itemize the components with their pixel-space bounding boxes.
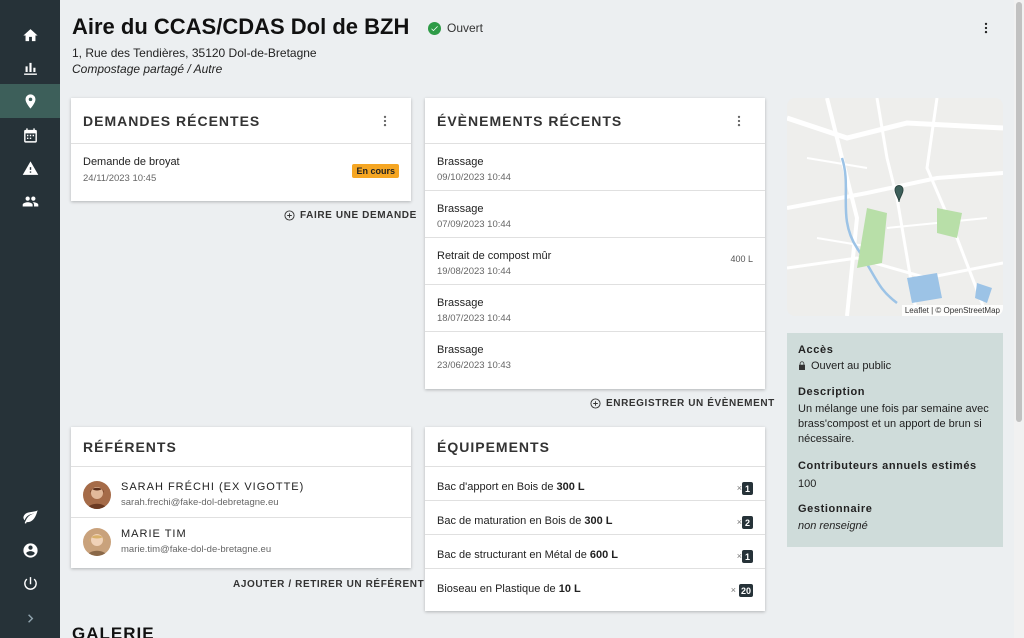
referent-email: sarah.frechi@fake-dol-debretagne.eu [121, 497, 279, 508]
list-item[interactable]: Brassage 23/06/2023 10:43 [425, 332, 765, 379]
page-title: Aire du CCAS/CDAS Dol de BZH [72, 14, 410, 39]
event-date: 19/08/2023 10:44 [437, 266, 511, 277]
main-content: Aire du CCAS/CDAS Dol de BZH Ouvert 1, R… [60, 0, 1014, 638]
description-value: Un mélange une fois par semaine avec bra… [798, 403, 989, 445]
equipment-count: 1 [742, 482, 753, 495]
equipment-label: Bac d'apport en Bois de 300 L [437, 481, 585, 493]
event-title: Brassage [437, 156, 484, 168]
demandes-header: DEMANDES RÉCENTES [71, 98, 411, 144]
avatar [83, 481, 111, 509]
add-circle-icon [590, 398, 601, 409]
event-title: Brassage [437, 297, 484, 309]
referent-name: SARAH FRÉCHI (EX VIGOTTE) [121, 481, 305, 493]
list-item[interactable]: SARAH FRÉCHI (EX VIGOTTE) sarah.frechi@f… [71, 467, 411, 518]
account-icon[interactable] [0, 533, 60, 567]
equipements-title: ÉQUIPEMENTS [437, 438, 550, 455]
status-badge: Ouvert [428, 21, 483, 35]
address: 1, Rue des Tendières, 35120 Dol-de-Breta… [72, 46, 317, 60]
contributeurs-value: 100 [798, 478, 817, 490]
stats-icon[interactable] [0, 51, 60, 85]
demandes-title: DEMANDES RÉCENTES [83, 112, 261, 129]
list-item[interactable]: Brassage 09/10/2023 10:44 [425, 144, 765, 191]
event-title: Brassage [437, 344, 484, 356]
evenements-title: ÉVÈNEMENTS RÉCENTS [437, 112, 623, 129]
referents-header: RÉFÉRENTS [71, 427, 411, 467]
evenements-more-icon[interactable] [729, 111, 749, 131]
times-symbol: × [730, 585, 736, 595]
scrollbar-thumb[interactable] [1016, 2, 1022, 422]
acces-value: Ouvert au public [798, 359, 994, 374]
equipment-label: Bioseau en Plastique de 10 L [437, 583, 581, 595]
equipements-card: ÉQUIPEMENTS Bac d'apport en Bois de 300 … [425, 427, 765, 611]
list-item[interactable]: Brassage 18/07/2023 10:44 [425, 285, 765, 332]
equipment-label: Bac de maturation en Bois de 300 L [437, 515, 613, 527]
chevron-right-icon[interactable] [0, 601, 60, 635]
ajouter-referent-label: AJOUTER / RETIRER UN RÉFÉRENT [233, 579, 425, 590]
acces-label: Accès [798, 344, 834, 356]
list-item[interactable]: Brassage 07/09/2023 10:44 [425, 191, 765, 238]
description-label: Description [798, 386, 866, 398]
faire-demande-button[interactable]: FAIRE UNE DEMANDE [284, 210, 417, 221]
enregistrer-evenement-button[interactable]: ENREGISTRER UN ÉVÈNEMENT [590, 398, 775, 409]
list-item[interactable]: Bac de structurant en Métal de 600 L × 1 [425, 535, 765, 569]
scrollbar[interactable] [1014, 0, 1024, 638]
list-item[interactable]: Demande de broyat 24/11/2023 10:45 En co… [71, 144, 411, 200]
map-attribution[interactable]: Leaflet | © OpenStreetMap [901, 305, 1003, 316]
map-tiles [787, 98, 1003, 316]
contributeurs-label: Contributeurs annuels estimés [798, 460, 977, 472]
gestionnaire-label: Gestionnaire [798, 503, 873, 515]
event-date: 07/09/2023 10:44 [437, 219, 511, 230]
event-title: Brassage [437, 203, 484, 215]
faire-demande-label: FAIRE UNE DEMANDE [300, 210, 417, 221]
ajouter-referent-button[interactable]: AJOUTER / RETIRER UN RÉFÉRENT [233, 579, 424, 590]
event-title: Retrait de compost mûr [437, 250, 552, 262]
demandes-more-icon[interactable] [375, 111, 395, 131]
event-date: 18/07/2023 10:44 [437, 313, 511, 324]
add-circle-icon [284, 210, 295, 221]
equipements-header: ÉQUIPEMENTS [425, 427, 765, 467]
gallery-title: GALERIE [72, 624, 155, 638]
list-item[interactable]: Bac d'apport en Bois de 300 L × 1 [425, 467, 765, 501]
check-circle-icon [428, 21, 441, 35]
referent-name: MARIE TIM [121, 528, 187, 540]
event-quantity: 400 L [730, 254, 753, 264]
info-panel: Accès Ouvert au public Description Un mé… [787, 333, 1003, 547]
site-type: Compostage partagé / Autre [72, 62, 223, 76]
equipment-label: Bac de structurant en Métal de 600 L [437, 549, 619, 561]
demande-date: 24/11/2023 10:45 [83, 173, 157, 184]
calendar-icon[interactable] [0, 118, 60, 152]
avatar [83, 528, 111, 556]
status-label: Ouvert [447, 21, 484, 35]
status-badge-en-cours: En cours [352, 164, 399, 178]
list-item[interactable]: Bioseau en Plastique de 10 L × 20 [425, 569, 765, 603]
gestionnaire-value: non renseigné [798, 520, 868, 532]
list-item[interactable]: Bac de maturation en Bois de 300 L × 2 [425, 501, 765, 535]
demandes-card: DEMANDES RÉCENTES Demande de broyat 24/1… [71, 98, 411, 201]
list-item[interactable]: MARIE TIM marie.tim@fake-dol-de-bretagne… [71, 518, 411, 568]
equipment-count: 1 [742, 550, 753, 563]
list-item[interactable]: Retrait de compost mûr 19/08/2023 10:44 … [425, 238, 765, 285]
warning-icon[interactable] [0, 151, 60, 185]
lock-icon [799, 361, 805, 370]
evenements-card: ÉVÈNEMENTS RÉCENTS Brassage 09/10/2023 1… [425, 98, 765, 389]
evenements-header: ÉVÈNEMENTS RÉCENTS [425, 98, 765, 144]
referents-title: RÉFÉRENTS [83, 438, 177, 455]
equipment-count: 20 [738, 584, 753, 597]
map-pin-icon[interactable] [0, 84, 60, 118]
leaf-icon[interactable] [0, 499, 60, 533]
equipment-count: 2 [742, 516, 753, 529]
sidebar [0, 0, 60, 638]
event-date: 09/10/2023 10:44 [437, 172, 511, 183]
referents-card: RÉFÉRENTS SARAH FRÉCHI (EX VIGOTTE) sara… [71, 427, 411, 568]
home-icon[interactable] [0, 18, 60, 52]
enregistrer-evenement-label: ENREGISTRER UN ÉVÈNEMENT [606, 398, 775, 409]
power-icon[interactable] [0, 566, 60, 600]
event-date: 23/06/2023 10:43 [437, 360, 511, 371]
demande-title: Demande de broyat [83, 156, 180, 168]
location-map[interactable]: Leaflet | © OpenStreetMap [787, 98, 1003, 316]
referent-email: marie.tim@fake-dol-de-bretagne.eu [121, 544, 272, 555]
users-icon[interactable] [0, 184, 60, 218]
page-more-icon[interactable] [976, 18, 996, 38]
